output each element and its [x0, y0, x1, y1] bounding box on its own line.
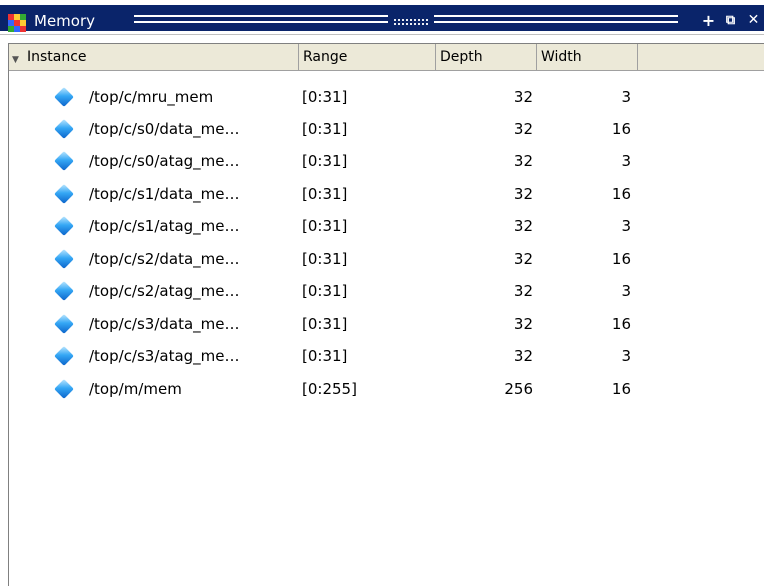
memory-instance-icon: [54, 119, 74, 139]
depth-cell: 32: [513, 347, 533, 365]
instance-cell: /top/c/s1/atag_me…: [89, 217, 240, 235]
width-cell: 16: [611, 185, 631, 203]
sort-arrow-icon[interactable]: ▼: [12, 47, 19, 73]
memory-grid-icon: [8, 14, 26, 32]
instance-cell: /top/c/s0/atag_me…: [89, 152, 240, 170]
width-cell: 3: [621, 347, 631, 365]
memory-table: ▼ Instance Range Depth Width /top/c/mru_…: [8, 43, 764, 586]
instance-cell: /top/m/mem: [89, 380, 182, 398]
memory-instance-icon: [54, 281, 74, 301]
width-cell: 3: [621, 152, 631, 170]
memory-instance-icon: [54, 346, 74, 366]
title-bar[interactable]: Memory + ⧉ ✕: [0, 0, 764, 35]
depth-cell: 32: [513, 217, 533, 235]
undock-icon[interactable]: ⧉: [722, 12, 739, 29]
table-row[interactable]: /top/c/s3/atag_me… [0:31] 32 3: [9, 343, 764, 369]
table-row[interactable]: /top/m/mem [0:255] 256 16: [9, 376, 764, 402]
memory-instance-icon: [54, 314, 74, 334]
depth-cell: 32: [513, 120, 533, 138]
close-icon[interactable]: ✕: [745, 12, 762, 29]
depth-cell: 32: [513, 152, 533, 170]
column-label: Width: [541, 49, 582, 65]
width-cell: 3: [621, 217, 631, 235]
table-row[interactable]: /top/c/mru_mem [0:31] 32 3: [9, 84, 764, 110]
drag-handle-icon[interactable]: [393, 18, 429, 26]
title-grip-line: [434, 21, 678, 23]
table-row[interactable]: /top/c/s1/data_me… [0:31] 32 16: [9, 181, 764, 207]
memory-instance-icon: [54, 216, 74, 236]
depth-cell: 32: [513, 250, 533, 268]
range-cell: [0:31]: [302, 152, 348, 170]
plus-icon[interactable]: +: [700, 12, 717, 29]
instance-cell: /top/c/s3/atag_me…: [89, 347, 240, 365]
depth-cell: 32: [513, 282, 533, 300]
memory-instance-icon: [54, 249, 74, 269]
memory-window: Memory + ⧉ ✕ ▼ Instance Range Depth Widt…: [0, 0, 764, 586]
range-cell: [0:31]: [302, 250, 348, 268]
depth-cell: 32: [513, 185, 533, 203]
table-row[interactable]: /top/c/s0/data_me… [0:31] 32 16: [9, 116, 764, 142]
range-cell: [0:31]: [302, 185, 348, 203]
width-cell: 16: [611, 120, 631, 138]
column-header-instance[interactable]: ▼ Instance: [9, 44, 299, 70]
table-row[interactable]: /top/c/s2/data_me… [0:31] 32 16: [9, 246, 764, 272]
range-cell: [0:255]: [302, 380, 357, 398]
range-cell: [0:31]: [302, 282, 348, 300]
table-row[interactable]: /top/c/s1/atag_me… [0:31] 32 3: [9, 213, 764, 239]
table-row[interactable]: /top/c/s2/atag_me… [0:31] 32 3: [9, 278, 764, 304]
width-cell: 16: [611, 250, 631, 268]
column-header-range[interactable]: Range: [299, 44, 436, 70]
table-header: ▼ Instance Range Depth Width: [9, 44, 764, 71]
width-cell: 3: [621, 282, 631, 300]
range-cell: [0:31]: [302, 88, 348, 106]
memory-instance-icon: [54, 87, 74, 107]
memory-instance-icon: [54, 379, 74, 399]
depth-cell: 32: [513, 88, 533, 106]
depth-cell: 256: [504, 380, 533, 398]
column-label: Range: [303, 49, 348, 65]
range-cell: [0:31]: [302, 315, 348, 333]
memory-instance-icon: [54, 184, 74, 204]
title-grip-line: [134, 15, 388, 17]
range-cell: [0:31]: [302, 347, 348, 365]
table-row[interactable]: /top/c/s0/atag_me… [0:31] 32 3: [9, 148, 764, 174]
instance-cell: /top/c/mru_mem: [89, 88, 214, 106]
table-row[interactable]: /top/c/s3/data_me… [0:31] 32 16: [9, 311, 764, 337]
instance-cell: /top/c/s2/atag_me…: [89, 282, 240, 300]
instance-cell: /top/c/s1/data_me…: [89, 185, 240, 203]
column-header-depth[interactable]: Depth: [436, 44, 537, 70]
range-cell: [0:31]: [302, 120, 348, 138]
column-header-width[interactable]: Width: [537, 44, 638, 70]
column-label: Depth: [440, 49, 483, 65]
width-cell: 3: [621, 88, 631, 106]
width-cell: 16: [611, 380, 631, 398]
memory-instance-icon: [54, 151, 74, 171]
title-bar-background: Memory + ⧉ ✕: [0, 5, 764, 32]
instance-cell: /top/c/s2/data_me…: [89, 250, 240, 268]
window-title: Memory: [34, 12, 96, 30]
column-label: Instance: [27, 49, 87, 65]
title-grip-line: [434, 15, 678, 17]
width-cell: 16: [611, 315, 631, 333]
instance-cell: /top/c/s0/data_me…: [89, 120, 240, 138]
range-cell: [0:31]: [302, 217, 348, 235]
instance-cell: /top/c/s3/data_me…: [89, 315, 240, 333]
title-grip-line: [134, 21, 388, 23]
depth-cell: 32: [513, 315, 533, 333]
